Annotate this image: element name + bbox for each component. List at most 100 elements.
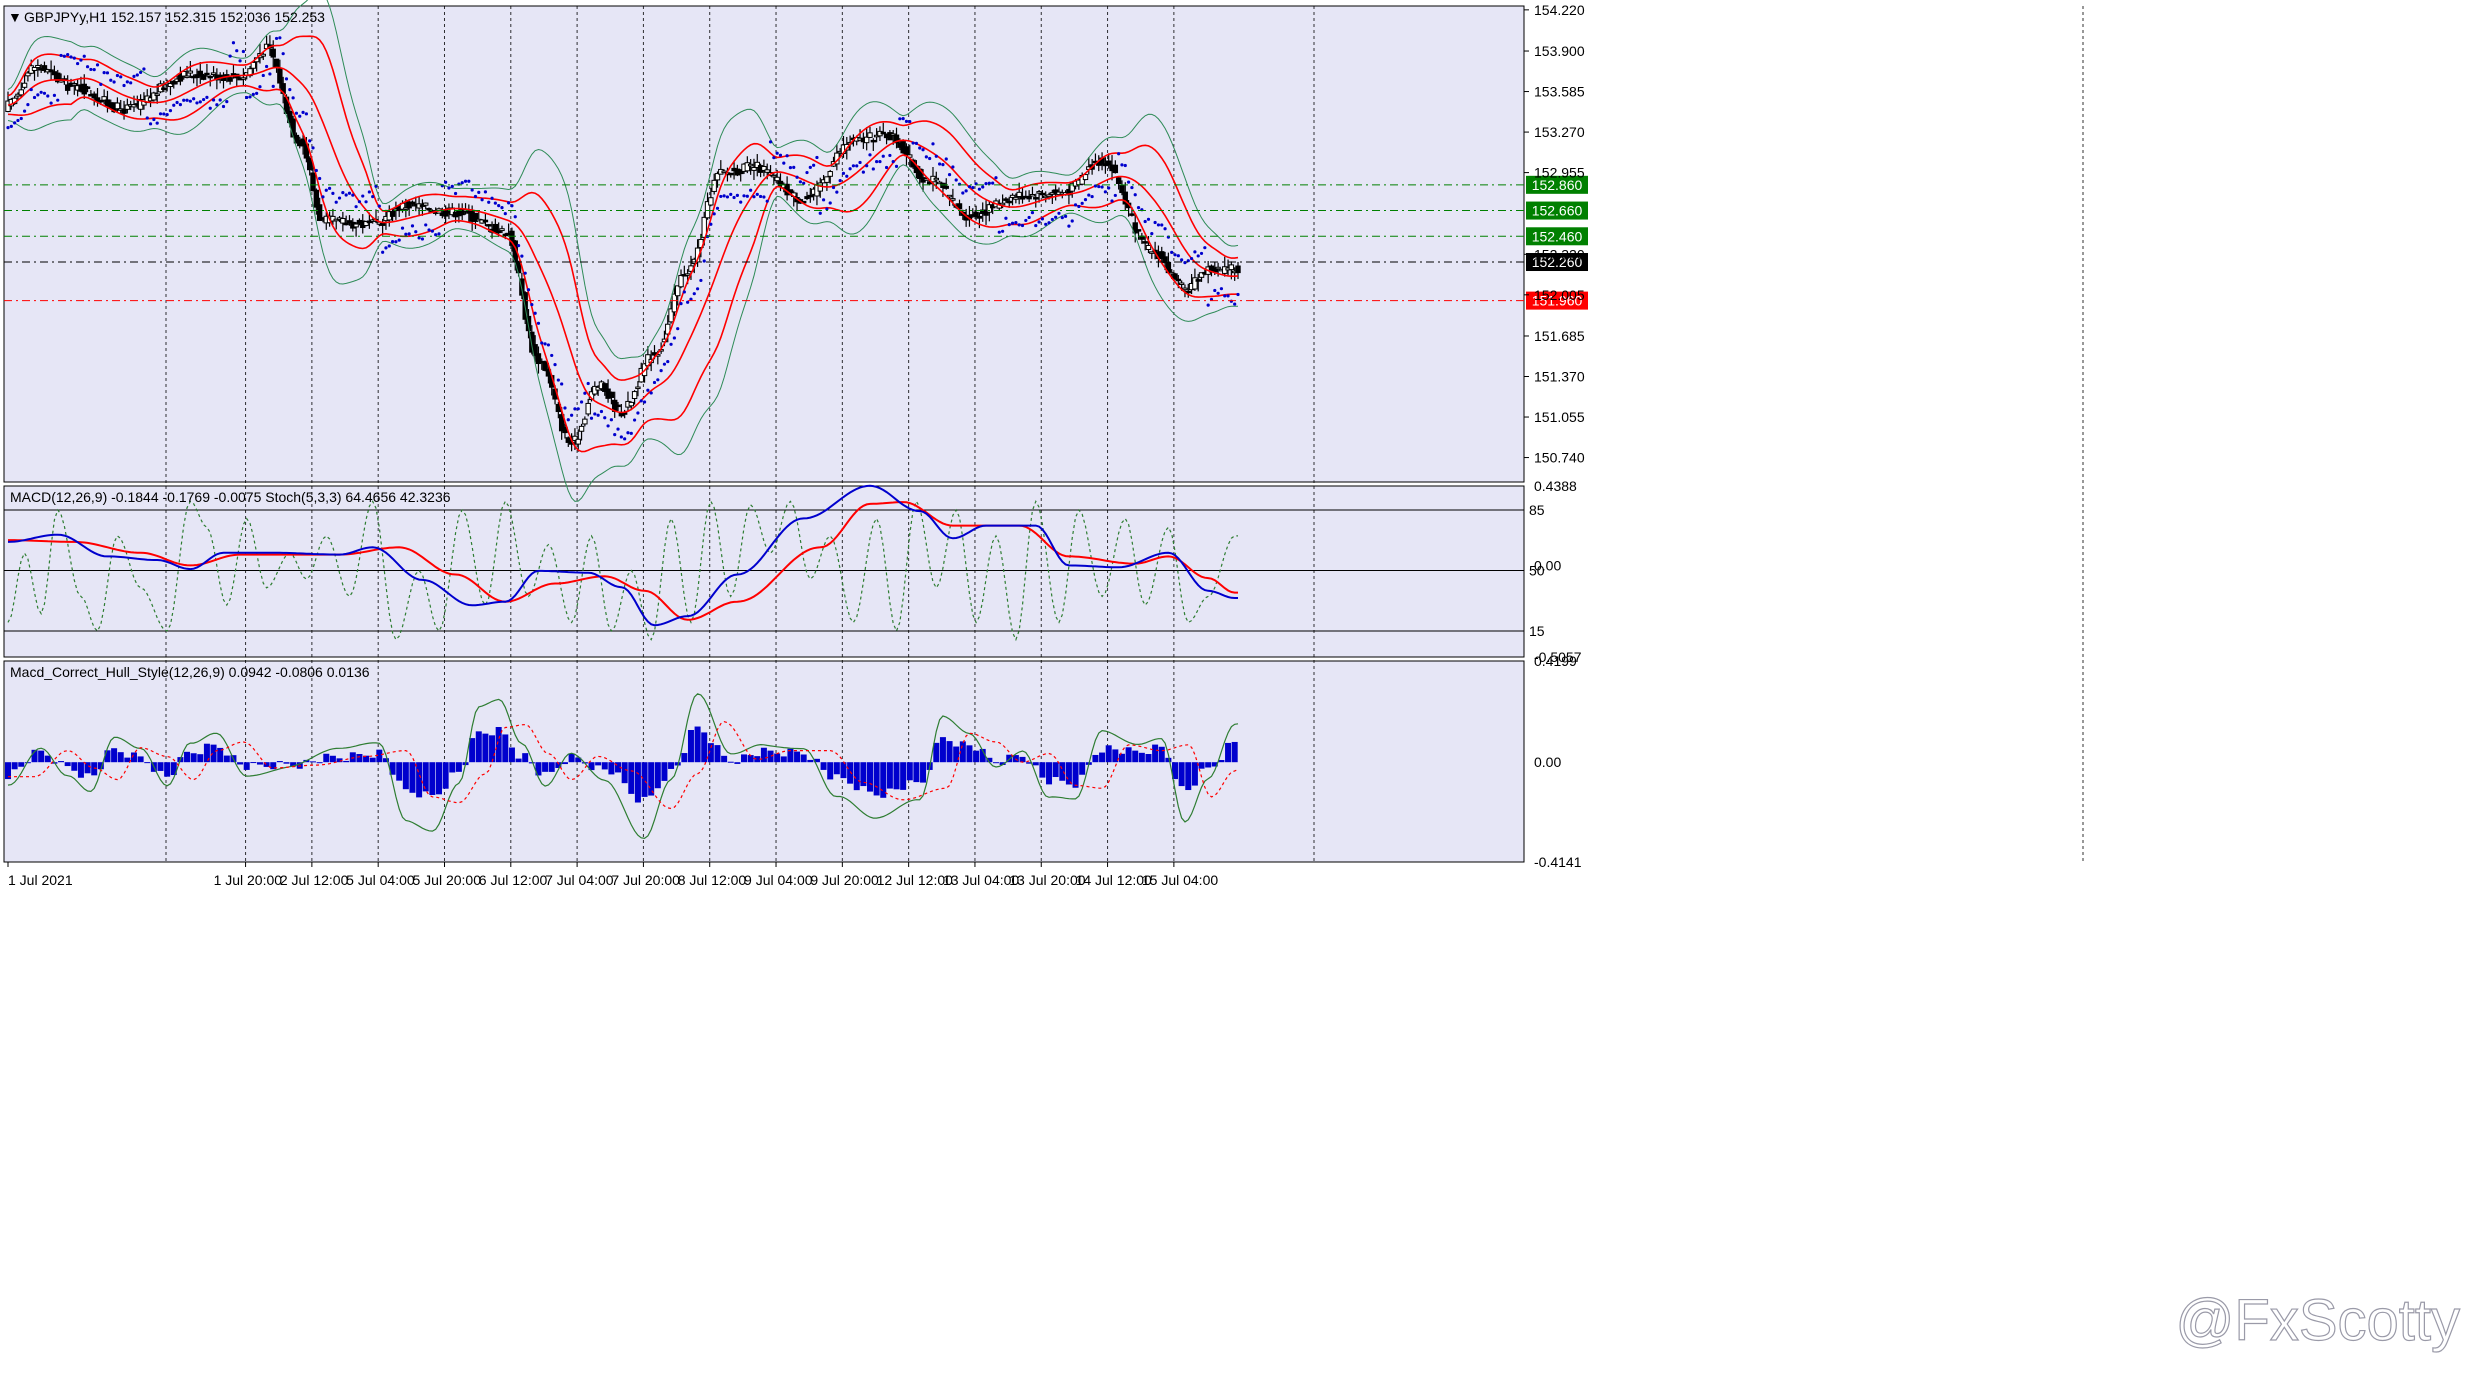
psar-dot	[26, 103, 30, 107]
psar-dot	[918, 146, 922, 150]
candle	[1175, 278, 1182, 282]
psar-dot	[59, 53, 63, 58]
chart-canvas[interactable]: 152.860152.660152.460152.260151.960154.2…	[0, 0, 2487, 1393]
psar-dot	[884, 165, 889, 170]
candle	[35, 64, 41, 69]
hull-bar	[1105, 745, 1112, 763]
hull-bar	[654, 762, 661, 789]
chart-window: 152.860 152.660 152.460 152.260 151.960 154.2…	[0, 0, 2487, 1393]
hull-bar	[913, 762, 920, 783]
candle	[260, 53, 266, 57]
stoch-level-label: 15	[1529, 623, 1545, 639]
candle	[250, 61, 257, 69]
psar-dot	[271, 84, 275, 88]
psar-dot	[6, 126, 10, 130]
psar-dot	[782, 161, 786, 165]
psar-dot	[871, 167, 875, 171]
hull-bar	[701, 732, 708, 763]
axis-tick-label: 153.270	[1534, 124, 1585, 140]
hull-bar	[522, 753, 529, 763]
psar-dot	[453, 191, 458, 196]
psar-dot	[1153, 220, 1157, 225]
psar-dot	[205, 95, 209, 99]
psar-dot	[749, 188, 753, 192]
psar-dot	[636, 411, 640, 415]
psar-dot	[845, 174, 849, 178]
hull-bar	[58, 761, 65, 763]
time-tick-label: 2 Jul 12:00	[280, 872, 349, 888]
hull-bar	[343, 760, 350, 763]
hull-bar	[283, 762, 290, 764]
psar-dot	[1236, 292, 1240, 297]
psar-dot	[589, 416, 594, 420]
psar-dot	[599, 409, 604, 414]
axis-tick-label: 153.900	[1534, 43, 1585, 59]
candle	[933, 177, 940, 181]
candle	[999, 202, 1006, 206]
psar-dot	[294, 111, 299, 115]
candle	[1215, 266, 1221, 270]
psar-dot	[1130, 185, 1134, 190]
psar-dot	[1097, 184, 1101, 189]
psar-dot	[427, 228, 431, 232]
hull-bar	[1185, 762, 1192, 791]
time-tick-label: 7 Jul 20:00	[611, 872, 680, 888]
hull-bar	[833, 762, 840, 775]
hull-bar	[893, 762, 900, 790]
psar-dot	[264, 64, 269, 69]
candle	[227, 77, 233, 82]
hull-bar	[900, 762, 907, 790]
hull-bar	[203, 743, 210, 763]
psar-dot	[314, 168, 318, 173]
psar-dot	[334, 200, 338, 204]
hull-bar	[1099, 752, 1106, 763]
hull-label: Macd_Correct_Hull_Style(12,26,9) 0.0942 …	[10, 664, 370, 680]
psar-dot	[195, 101, 199, 105]
psar-dot	[911, 141, 915, 145]
psar-dot	[1057, 211, 1061, 215]
candle	[270, 48, 276, 58]
psar-dot	[507, 201, 511, 205]
hull-bar	[1059, 762, 1066, 781]
psar-dot	[576, 407, 580, 411]
psar-dot	[235, 49, 239, 53]
psar-dot	[722, 194, 726, 198]
hull-bar	[800, 754, 807, 763]
psar-dot	[424, 223, 428, 227]
candle	[389, 210, 396, 217]
psar-dot	[410, 224, 415, 228]
psar-dot	[400, 226, 405, 230]
psar-dot	[1107, 186, 1111, 190]
psar-dot	[135, 73, 139, 77]
psar-dot	[1206, 303, 1210, 307]
psar-dot	[192, 97, 196, 101]
psar-dot	[1050, 217, 1054, 222]
psar-dot	[878, 159, 882, 164]
candle	[867, 132, 873, 138]
time-tick-label: 1 Jul 20:00	[214, 872, 283, 888]
candle	[1016, 191, 1022, 198]
psar-dot	[868, 153, 872, 157]
psar-dot	[79, 58, 83, 62]
psar-dot	[1004, 216, 1008, 220]
hull-bar	[356, 754, 363, 763]
psar-dot	[639, 399, 643, 403]
psar-dot	[778, 153, 783, 157]
candle	[187, 70, 194, 74]
hull-bar	[760, 747, 767, 763]
psar-dot	[1156, 223, 1161, 227]
hull-bar	[489, 735, 496, 763]
psar-dot	[221, 104, 226, 109]
psar-dot	[1077, 204, 1081, 209]
psar-dot	[32, 95, 37, 100]
hull-bar	[276, 761, 283, 763]
psar-dot	[812, 163, 816, 167]
psar-dot	[1226, 294, 1230, 298]
hull-bar	[1065, 762, 1072, 785]
psar-dot	[765, 199, 769, 203]
psar-dot	[579, 400, 584, 404]
candle	[628, 401, 634, 407]
candle	[1195, 279, 1201, 282]
psar-dot	[712, 212, 716, 216]
psar-dot	[550, 353, 554, 358]
